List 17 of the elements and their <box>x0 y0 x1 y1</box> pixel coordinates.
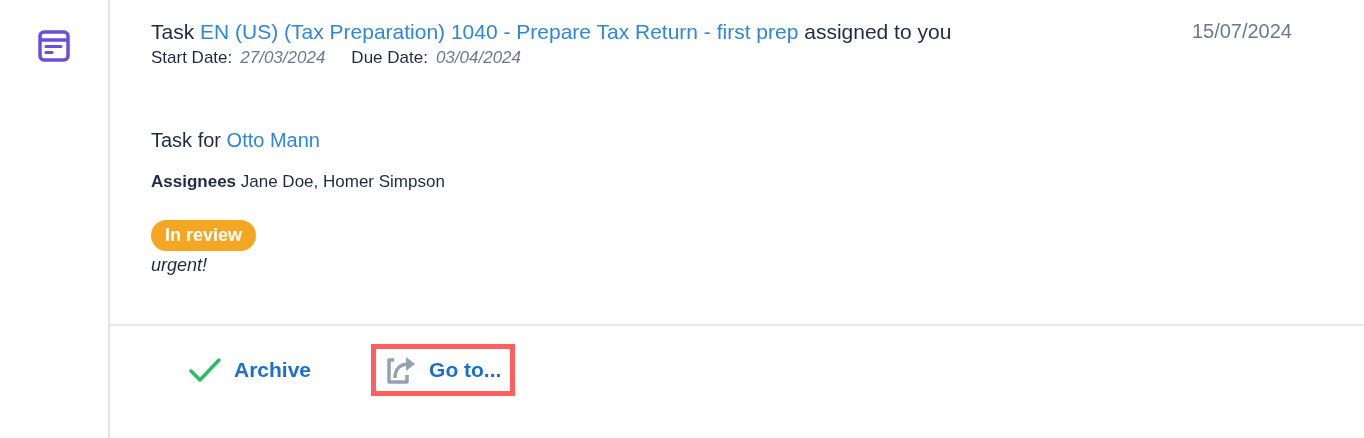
task-link[interactable]: EN (US) (Tax Preparation) 1040 - Prepare Tax Return - first prep <box>200 20 799 43</box>
client-link[interactable]: Otto Mann <box>226 129 320 151</box>
start-date: 27/03/2024 <box>240 48 326 67</box>
start-date-label: Start Date: <box>151 48 233 67</box>
notification-date: 15/07/2024 <box>1191 20 1292 43</box>
status-badge: In review <box>151 220 257 251</box>
checkmark-icon <box>188 356 222 384</box>
assignees-label: Assignees <box>151 172 237 191</box>
notification-title: Task EN (US) (Tax Preparation) 1040 - Prepare Tax Return - first prep assigned to you <box>151 20 952 44</box>
assignees: Jane Doe, Homer Simpson <box>240 172 445 191</box>
task-note: urgent! <box>151 255 209 276</box>
archive-button[interactable]: Archive <box>174 344 326 396</box>
go-to-button[interactable]: Go to... <box>371 344 516 396</box>
due-date-label: Due Date: <box>351 48 428 67</box>
due-date: 03/04/2024 <box>435 48 521 67</box>
task-icon <box>37 29 71 63</box>
task-client: Task for Otto Mann <box>151 129 321 152</box>
